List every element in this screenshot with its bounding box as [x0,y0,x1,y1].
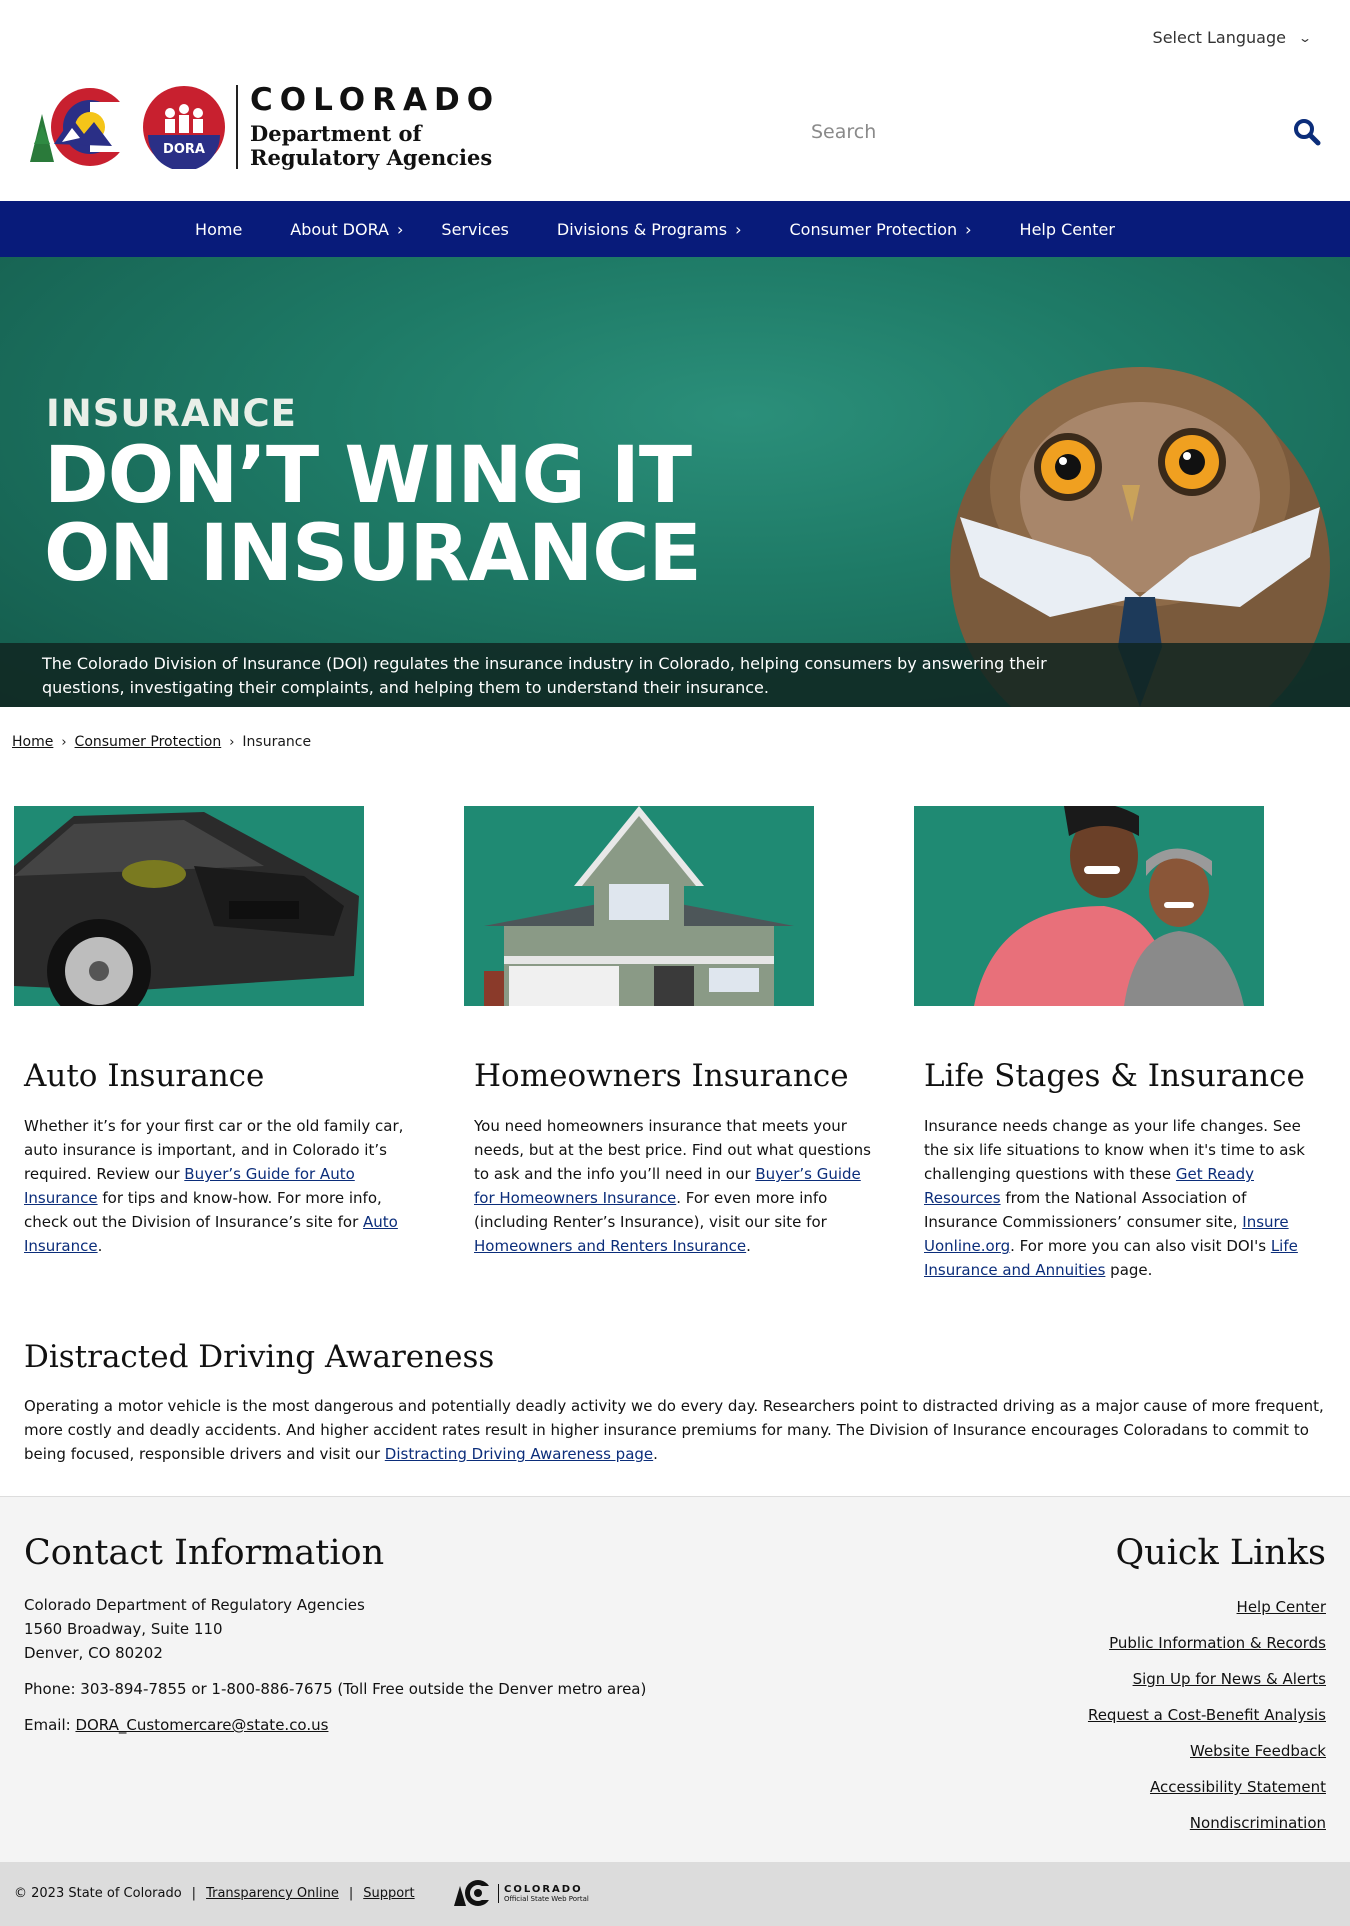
address-line-3: Denver, CO 80202 [24,1644,163,1662]
hero-banner: INSURANCE DON’T WING IT ON INSURANCE The… [0,257,1350,707]
card-title: Auto Insurance [24,1058,265,1094]
breadcrumb-consumer-protection[interactable]: Consumer Protection [75,734,222,750]
portal-subtitle: Official State Web Portal [504,1894,589,1903]
distracted-driving-body: Operating a motor vehicle is the most da… [24,1397,1324,1463]
breadcrumb-home[interactable]: Home [12,734,53,750]
link-distracted-driving[interactable]: Distracting Driving Awareness page [385,1445,653,1463]
card-body: You need homeowners insurance that meets… [474,1117,871,1255]
colorado-c-logo [30,88,136,166]
breadcrumb: Home › Consumer Protection › Insurance [12,734,311,750]
link-homeowners-renters[interactable]: Homeowners and Renters Insurance [474,1237,746,1255]
logo-divider [236,85,238,169]
search-icon[interactable] [1293,118,1321,146]
email-row: Email: DORA_Customercare@state.co.us [24,1716,329,1734]
footer: Contact Information Colorado Department … [0,1496,1350,1862]
phone: Phone: 303-894-7855 or 1-800-886-7675 (T… [24,1680,647,1698]
dora-logo: DORA [143,86,225,169]
link-transparency-online[interactable]: Transparency Online [206,1886,339,1901]
chevron-right-icon: › [735,219,742,239]
quick-link-cost-benefit[interactable]: Request a Cost-Benefit Analysis [1088,1703,1326,1727]
quick-link-help-center[interactable]: Help Center [1088,1595,1326,1619]
breadcrumb-separator: › [61,734,67,750]
breadcrumb-separator: › [229,734,235,750]
quick-link-news-alerts[interactable]: Sign Up for News & Alerts [1088,1667,1326,1691]
dora-badge-text: DORA [163,142,205,157]
quick-link-public-information[interactable]: Public Information & Records [1088,1631,1326,1655]
logo-title: COLORADO [250,82,501,118]
quick-link-nondiscrimination[interactable]: Nondiscrimination [1088,1811,1326,1835]
chevron-down-icon: ⌄ [1297,30,1313,45]
card-title: Life Stages & Insurance [924,1058,1305,1094]
car-image [14,806,364,1006]
address-line-2: 1560 Broadway, Suite 110 [24,1620,223,1638]
search-bar [811,112,1321,152]
nav-item-home[interactable]: Home [171,220,266,239]
card-title: Homeowners Insurance [474,1058,849,1094]
nav-item-divisions[interactable]: Divisions & Programs › [533,220,766,239]
email-link[interactable]: DORA_Customercare@state.co.us [75,1716,328,1734]
portal-title: COLORADO [504,1883,583,1895]
logo-subtitle-2: Regulatory Agencies [250,145,493,170]
distracted-driving-title: Distracted Driving Awareness [24,1339,495,1375]
colorado-portal-logo[interactable]: COLORADO Official State Web Portal [454,1878,589,1908]
card-body: Insurance needs change as your life chan… [924,1117,1305,1279]
logo-subtitle-1: Department of [250,121,422,146]
couple-image [914,806,1264,1006]
language-selector[interactable]: Select Language ⌄ [1152,28,1313,47]
copyright: © 2023 State of Colorado [14,1886,182,1901]
nav-item-consumer-protection[interactable]: Consumer Protection › [766,220,996,239]
chevron-right-icon: › [965,219,972,239]
separator: | [191,1886,197,1901]
quick-link-accessibility[interactable]: Accessibility Statement [1088,1775,1326,1799]
house-image [464,806,814,1006]
colorado-c-mark-icon [454,1880,492,1906]
hero-kicker: INSURANCE [46,392,297,435]
nav-item-about-dora[interactable]: About DORA › [266,220,417,239]
card-body: Whether it’s for your first car or the o… [24,1117,404,1255]
contact-title: Contact Information [24,1533,385,1573]
hero-headline-line-2: ON INSURANCE [44,509,702,599]
hero-caption: The Colorado Division of Insurance (DOI)… [0,643,1350,707]
hero-headline-line-1: DON’T WING IT [44,431,692,521]
quick-links-list: Help Center Public Information & Records… [1088,1595,1326,1847]
site-logo[interactable]: DORA COLORADO Department of Regulatory A… [28,84,500,170]
nav-item-help-center[interactable]: Help Center [996,220,1139,239]
bottom-bar: © 2023 State of Colorado | Transparency … [0,1862,1350,1926]
search-input[interactable] [811,121,1211,143]
quick-link-website-feedback[interactable]: Website Feedback [1088,1739,1326,1763]
link-support[interactable]: Support [363,1886,414,1901]
address-line-1: Colorado Department of Regulatory Agenci… [24,1596,365,1614]
breadcrumb-current: Insurance [242,734,312,750]
separator: | [348,1886,354,1901]
chevron-right-icon: › [397,219,404,239]
contact-info: Colorado Department of Regulatory Agenci… [24,1593,646,1737]
language-label: Select Language [1152,28,1286,47]
quick-links-title: Quick Links [1115,1533,1326,1573]
hero-headline: DON’T WING IT ON INSURANCE [44,431,702,599]
main-nav: Home About DORA › Services Divisions & Pr… [0,201,1350,257]
nav-item-services[interactable]: Services [417,220,532,239]
